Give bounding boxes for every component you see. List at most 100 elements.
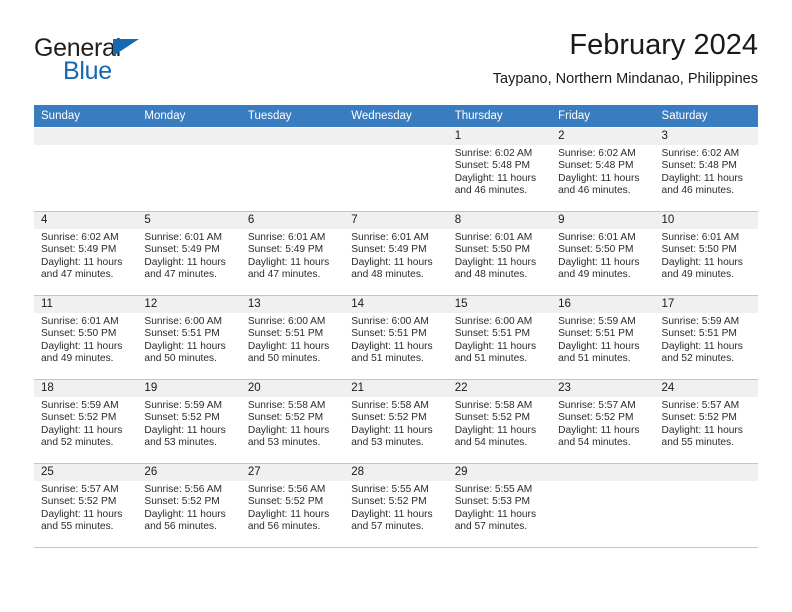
daylight-duration-line2: and 51 minutes. <box>454 353 528 365</box>
calendar-day-cell[interactable]: 15 Sunrise: 6:00 AM Sunset: 5:51 PM Dayligh… <box>447 295 552 380</box>
sunrise-time: Sunrise: 6:02 AM <box>558 148 636 159</box>
day-details: Sunrise: 5:58 AM Sunset: 5:52 PM Daylight:… <box>241 397 344 450</box>
calendar-day-cell[interactable]: 10 Sunrise: 6:01 AM Sunset: 5:50 PM Dayligh… <box>654 211 758 296</box>
day-cell-content: 26 Sunrise: 5:56 AM Sunset: 5:52 PM Dayligh… <box>137 464 241 547</box>
calendar-day-cell[interactable]: 27 Sunrise: 5:56 AM Sunset: 5:52 PM Dayligh… <box>240 463 345 548</box>
calendar-day-cell[interactable]: 13 Sunrise: 6:00 AM Sunset: 5:51 PM Dayligh… <box>240 295 345 380</box>
sunrise-time: Sunrise: 6:01 AM <box>41 316 119 327</box>
sunrise-time: Sunrise: 6:01 AM <box>144 232 223 243</box>
calendar-day-cell[interactable]: 11 Sunrise: 6:01 AM Sunset: 5:50 PM Dayligh… <box>34 295 138 380</box>
daylight-duration-line2: and 51 minutes. <box>558 353 631 365</box>
brand-triangle-icon <box>113 39 139 56</box>
calendar-day-cell-empty <box>240 127 345 212</box>
calendar-week-row: 11 Sunrise: 6:01 AM Sunset: 5:50 PM Dayligh… <box>34 295 758 380</box>
calendar-day-cell[interactable]: 5 Sunrise: 6:01 AM Sunset: 5:49 PM Daylight… <box>137 211 241 296</box>
daylight-duration-line2: and 56 minutes. <box>247 521 321 533</box>
day-number: 22 <box>447 380 552 397</box>
day-cell-content <box>34 128 138 211</box>
day-details: Sunrise: 6:01 AM Sunset: 5:50 PM Daylight:… <box>34 313 137 366</box>
calendar-day-cell[interactable]: 2 Sunrise: 6:02 AM Sunset: 5:48 PM Daylight… <box>551 127 655 212</box>
sunrise-time: Sunrise: 6:00 AM <box>247 316 326 327</box>
sunrise-time: Sunrise: 5:57 AM <box>41 484 119 495</box>
day-details: Sunrise: 6:00 AM Sunset: 5:51 PM Daylight:… <box>448 313 551 366</box>
calendar-day-cell[interactable]: 3 Sunrise: 6:02 AM Sunset: 5:48 PM Daylight… <box>654 127 758 212</box>
calendar-day-cell[interactable]: 18 Sunrise: 5:59 AM Sunset: 5:52 PM Dayligh… <box>34 379 138 464</box>
daylight-duration-line1: Daylight: 11 hours <box>351 340 433 352</box>
day-number: 3 <box>654 128 758 145</box>
calendar-day-cell[interactable]: 14 Sunrise: 6:00 AM Sunset: 5:51 PM Dayligh… <box>344 295 448 380</box>
calendar-day-cell[interactable]: 25 Sunrise: 5:57 AM Sunset: 5:52 PM Dayligh… <box>34 463 138 548</box>
daylight-duration-line1: Daylight: 11 hours <box>144 508 226 520</box>
sunrise-time: Sunrise: 5:56 AM <box>144 484 223 495</box>
day-details: Sunrise: 6:01 AM Sunset: 5:50 PM Daylight:… <box>655 229 758 282</box>
day-number: 6 <box>240 212 345 229</box>
calendar-day-cell[interactable]: 12 Sunrise: 6:00 AM Sunset: 5:51 PM Dayligh… <box>137 295 241 380</box>
calendar-day-cell[interactable]: 28 Sunrise: 5:55 AM Sunset: 5:52 PM Dayligh… <box>344 463 448 548</box>
day-number: 10 <box>654 212 758 229</box>
day-number: 17 <box>654 296 758 313</box>
daylight-duration-line2: and 47 minutes. <box>41 269 114 281</box>
day-details: Sunrise: 6:02 AM Sunset: 5:49 PM Daylight:… <box>34 229 137 282</box>
day-details: Sunrise: 5:56 AM Sunset: 5:52 PM Daylight:… <box>241 481 344 534</box>
day-number: 29 <box>447 464 552 481</box>
calendar-day-cell[interactable]: 7 Sunrise: 6:01 AM Sunset: 5:49 PM Daylight… <box>344 211 448 296</box>
calendar-day-cell[interactable]: 23 Sunrise: 5:57 AM Sunset: 5:52 PM Dayligh… <box>551 379 655 464</box>
sunset-time: Sunset: 5:52 PM <box>454 412 531 424</box>
daylight-duration-line1: Daylight: 11 hours <box>454 256 537 268</box>
sunset-time: Sunset: 5:48 PM <box>454 160 531 172</box>
calendar-day-cell-empty <box>34 127 138 212</box>
calendar-day-cell[interactable]: 21 Sunrise: 5:58 AM Sunset: 5:52 PM Dayligh… <box>344 379 448 464</box>
day-cell-content: 29 Sunrise: 5:55 AM Sunset: 5:53 PM Dayligh… <box>447 464 552 547</box>
sunrise-time: Sunrise: 6:01 AM <box>351 232 429 243</box>
calendar-day-cell[interactable]: 1 Sunrise: 6:02 AM Sunset: 5:48 PM Daylight… <box>447 127 552 212</box>
sunset-time: Sunset: 5:52 PM <box>661 412 737 424</box>
day-number: 5 <box>137 212 241 229</box>
brand-logo[interactable]: General Blue <box>34 34 234 90</box>
sunset-time: Sunset: 5:49 PM <box>247 244 324 256</box>
calendar-day-cell[interactable]: 4 Sunrise: 6:02 AM Sunset: 5:49 PM Daylight… <box>34 211 138 296</box>
calendar-day-cell[interactable]: 29 Sunrise: 5:55 AM Sunset: 5:53 PM Dayligh… <box>447 463 552 548</box>
calendar-day-cell[interactable]: 20 Sunrise: 5:58 AM Sunset: 5:52 PM Dayligh… <box>240 379 345 464</box>
title-block: February 2024 Taypano, Northern Mindanao… <box>493 28 758 90</box>
sunset-time: Sunset: 5:52 PM <box>41 496 117 508</box>
daylight-duration-line2: and 54 minutes. <box>558 437 631 449</box>
sunset-time: Sunset: 5:53 PM <box>454 496 531 508</box>
day-number: 24 <box>654 380 758 397</box>
weekday-header-thursday: Thursday <box>447 105 552 128</box>
calendar-day-cell[interactable]: 22 Sunrise: 5:58 AM Sunset: 5:52 PM Dayligh… <box>447 379 552 464</box>
sunset-time: Sunset: 5:48 PM <box>558 160 634 172</box>
calendar-day-cell[interactable]: 17 Sunrise: 5:59 AM Sunset: 5:51 PM Dayligh… <box>654 295 758 380</box>
sunset-time: Sunset: 5:52 PM <box>351 412 427 424</box>
day-cell-content: 21 Sunrise: 5:58 AM Sunset: 5:52 PM Dayligh… <box>344 380 448 463</box>
daylight-duration-line2: and 51 minutes. <box>351 353 424 365</box>
day-number: 15 <box>447 296 552 313</box>
day-cell-content: 13 Sunrise: 6:00 AM Sunset: 5:51 PM Dayligh… <box>240 296 345 379</box>
calendar-day-cell[interactable]: 9 Sunrise: 6:01 AM Sunset: 5:50 PM Daylight… <box>551 211 655 296</box>
day-number: 25 <box>34 464 138 481</box>
daylight-duration-line1: Daylight: 11 hours <box>41 340 123 352</box>
day-cell-content: 25 Sunrise: 5:57 AM Sunset: 5:52 PM Dayligh… <box>34 464 138 547</box>
daylight-duration-line1: Daylight: 11 hours <box>351 508 433 520</box>
weekday-header-sunday: Sunday <box>34 105 138 128</box>
calendar-day-cell[interactable]: 26 Sunrise: 5:56 AM Sunset: 5:52 PM Dayligh… <box>137 463 241 548</box>
day-details: Sunrise: 5:55 AM Sunset: 5:53 PM Daylight:… <box>448 481 551 534</box>
weekday-header-monday: Monday <box>137 105 241 128</box>
calendar-day-cell[interactable]: 8 Sunrise: 6:01 AM Sunset: 5:50 PM Daylight… <box>447 211 552 296</box>
day-cell-content <box>654 464 758 547</box>
day-cell-content: 12 Sunrise: 6:00 AM Sunset: 5:51 PM Dayligh… <box>137 296 241 379</box>
day-cell-content: 10 Sunrise: 6:01 AM Sunset: 5:50 PM Dayligh… <box>654 212 758 295</box>
page-title: February 2024 <box>569 29 758 61</box>
day-cell-content <box>344 128 448 211</box>
brand-name-blue: Blue <box>63 57 112 85</box>
calendar-day-cell[interactable]: 24 Sunrise: 5:57 AM Sunset: 5:52 PM Dayligh… <box>654 379 758 464</box>
daylight-duration-line1: Daylight: 11 hours <box>558 172 640 184</box>
calendar-day-cell[interactable]: 6 Sunrise: 6:01 AM Sunset: 5:49 PM Daylight… <box>240 211 345 296</box>
calendar-day-cell[interactable]: 19 Sunrise: 5:59 AM Sunset: 5:52 PM Dayligh… <box>137 379 241 464</box>
day-details: Sunrise: 6:01 AM Sunset: 5:49 PM Daylight:… <box>241 229 344 282</box>
calendar-day-cell[interactable]: 16 Sunrise: 5:59 AM Sunset: 5:51 PM Dayligh… <box>551 295 655 380</box>
day-cell-content: 15 Sunrise: 6:00 AM Sunset: 5:51 PM Dayligh… <box>447 296 552 379</box>
daylight-duration-line1: Daylight: 11 hours <box>661 256 743 268</box>
day-details: Sunrise: 6:00 AM Sunset: 5:51 PM Daylight:… <box>241 313 344 366</box>
calendar-grid: Sunday Monday Tuesday Wednesday Thursday… <box>34 105 758 548</box>
daylight-duration-line2: and 53 minutes. <box>247 437 321 449</box>
